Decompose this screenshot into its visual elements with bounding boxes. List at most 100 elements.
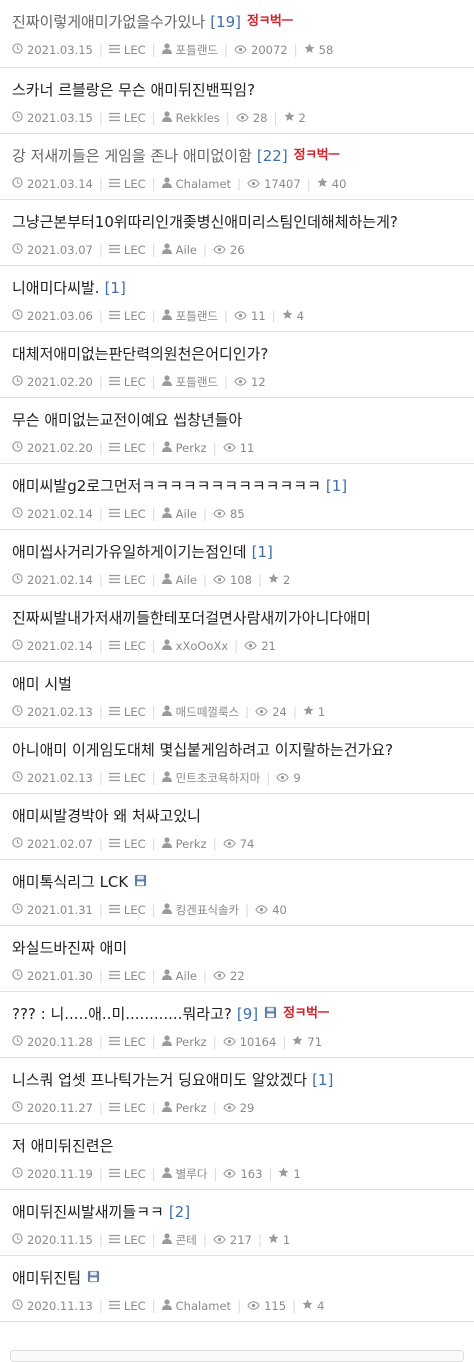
post-author-name[interactable]: 콘테 (176, 1232, 197, 1248)
post-title[interactable]: 애미뒤진씨발새끼들ㅋㅋ (12, 1201, 164, 1223)
post-author[interactable]: Rekkles (161, 111, 220, 125)
post-author-name[interactable]: Chalamet (176, 177, 231, 191)
post-league[interactable]: LEC (108, 705, 146, 719)
post-author-name[interactable]: Perkz (176, 1101, 207, 1115)
post-league-text[interactable]: LEC (124, 243, 146, 257)
post-league[interactable]: LEC (108, 43, 146, 57)
post-league-text[interactable]: LEC (124, 903, 146, 917)
post-title[interactable]: 애미톡식리그 LCK (12, 871, 128, 893)
post-title[interactable]: 와실드바진짜 애미 (12, 937, 127, 959)
post-league[interactable]: LEC (108, 573, 146, 587)
post-title[interactable]: 저 애미뒤진련은 (12, 1135, 113, 1157)
post-title-row[interactable]: 애미씨발경박아 왜 처싸고있니 (12, 804, 462, 828)
post-list-item[interactable]: 와실드바진짜 애미 2021.01.30 | LEC | Aile | 22 (0, 926, 474, 992)
post-author[interactable]: 포틀랜드 (161, 308, 218, 324)
post-author[interactable]: 민트초코욕하지마 (161, 770, 261, 786)
post-list-item[interactable]: 니스쿼 업셋 프나틱가는거 딩요애미도 알았겠다 [1] 2020.11.27 … (0, 1058, 474, 1124)
post-league-text[interactable]: LEC (124, 969, 146, 983)
comment-count[interactable]: [2] (169, 1201, 190, 1223)
post-title-row[interactable]: 저 애미뒤진련은 (12, 1134, 462, 1158)
post-author-name[interactable]: 킹겐표식솔카 (176, 902, 239, 918)
post-author[interactable]: 콘테 (161, 1232, 197, 1248)
post-league-text[interactable]: LEC (124, 177, 146, 191)
post-league[interactable]: LEC (108, 837, 146, 851)
comment-count[interactable]: [22] (257, 145, 288, 167)
post-title[interactable]: 애미뒤진팀 (12, 1267, 81, 1289)
post-title[interactable]: 진짜이렇게애미가없을수가있나 (12, 11, 205, 33)
post-list-item[interactable]: 스카너 르블랑은 무슨 애미뒤진밴픽임? 2021.03.15 | LEC | … (0, 68, 474, 134)
post-league-text[interactable]: LEC (124, 639, 146, 653)
post-title-row[interactable]: 무슨 애미없는교전이예요 씹창년들아 (12, 408, 462, 432)
post-author-name[interactable]: 포틀랜드 (176, 374, 218, 390)
post-title-row[interactable]: 스카너 르블랑은 무슨 애미뒤진밴픽임? (12, 78, 462, 102)
post-title-row[interactable]: 애미씨발g2로그먼저ㅋㅋㅋㅋㅋㅋㅋㅋㅋㅋㅋㅋㅋ [1] (12, 474, 462, 498)
post-list-item[interactable]: 대체저애미없는판단력의원천은어디인가? 2021.02.20 | LEC | 포… (0, 332, 474, 398)
post-league-text[interactable]: LEC (124, 441, 146, 455)
post-list-item[interactable]: ??? : 니.....애..미............뭐라고? [9] 정ㅋ벅… (0, 992, 474, 1058)
comment-count[interactable]: [1] (312, 1069, 333, 1091)
post-league-text[interactable]: LEC (124, 837, 146, 851)
post-author[interactable]: 포틀랜드 (161, 374, 218, 390)
post-title[interactable]: 대체저애미없는판단력의원천은어디인가? (12, 343, 268, 365)
post-title-row[interactable]: 진짜씨발내가저새끼들한테포더걸면사람새끼가아니다애미 (12, 606, 462, 630)
post-title[interactable]: 그냥근본부터10위따리인개좆병신애미리스팀인데해체하는게? (12, 211, 398, 233)
post-league[interactable]: LEC (108, 771, 146, 785)
comment-count[interactable]: [19] (210, 11, 241, 33)
post-author-name[interactable]: Aile (176, 969, 197, 983)
post-title-row[interactable]: ??? : 니.....애..미............뭐라고? [9] 정ㅋ벅… (12, 1002, 462, 1026)
post-author-name[interactable]: Rekkles (176, 111, 220, 125)
post-author[interactable]: 킹겐표식솔카 (161, 902, 239, 918)
post-author-name[interactable]: xXoOoXx (176, 639, 229, 653)
post-league[interactable]: LEC (108, 177, 146, 191)
post-author[interactable]: Aile (161, 573, 197, 587)
post-league[interactable]: LEC (108, 1299, 146, 1313)
post-list-item[interactable]: 애미씨발경박아 왜 처싸고있니 2021.02.07 | LEC | Perkz… (0, 794, 474, 860)
post-author-name[interactable]: 별루다 (176, 1166, 208, 1182)
post-author[interactable]: Chalamet (161, 1299, 231, 1313)
post-league-text[interactable]: LEC (124, 1233, 146, 1247)
post-league-text[interactable]: LEC (124, 43, 146, 57)
post-title[interactable]: 니애미다씨발. (12, 277, 100, 299)
post-title-row[interactable]: 대체저애미없는판단력의원천은어디인가? (12, 342, 462, 366)
post-title[interactable]: 스카너 르블랑은 무슨 애미뒤진밴픽임? (12, 79, 255, 101)
post-league-text[interactable]: LEC (124, 1167, 146, 1181)
post-title-row[interactable]: 그냥근본부터10위따리인개좆병신애미리스팀인데해체하는게? (12, 210, 462, 234)
post-author-name[interactable]: Perkz (176, 837, 207, 851)
post-list-item[interactable]: 진짜이렇게애미가없을수가있나 [19] 정ㅋ벅ㅡ 2021.03.15 | LE… (0, 0, 474, 68)
post-list-item[interactable]: 애미뒤진팀 2020.11.13 | LEC | Chalamet | 115 … (0, 1256, 474, 1322)
post-league-text[interactable]: LEC (124, 375, 146, 389)
post-author-name[interactable]: 민트초코욕하지마 (176, 770, 261, 786)
post-league[interactable]: LEC (108, 111, 146, 125)
post-title-row[interactable]: 애미씹사거리가유일하게이기는점인데 [1] (12, 540, 462, 564)
post-title-row[interactable]: 니애미다씨발. [1] (12, 276, 462, 300)
post-author[interactable]: Aile (161, 243, 197, 257)
post-title-row[interactable]: 애미뒤진팀 (12, 1266, 462, 1290)
comment-count[interactable]: [1] (326, 475, 347, 497)
post-league[interactable]: LEC (108, 969, 146, 983)
post-title-row[interactable]: 진짜이렇게애미가없을수가있나 [19] 정ㅋ벅ㅡ (12, 10, 462, 34)
search-bar-edge[interactable] (10, 1350, 464, 1362)
post-author-name[interactable]: 포틀랜드 (176, 308, 218, 324)
comment-count[interactable]: [1] (252, 541, 273, 563)
post-title[interactable]: 니스쿼 업셋 프나틱가는거 딩요애미도 알았겠다 (12, 1069, 307, 1091)
post-league-text[interactable]: LEC (124, 705, 146, 719)
post-league[interactable]: LEC (108, 1101, 146, 1115)
post-list-item[interactable]: 애미 시벌 2021.02.13 | LEC | 매드떼껄룩스 | 24 | 1 (0, 662, 474, 728)
post-author[interactable]: Perkz (161, 1035, 207, 1049)
post-author[interactable]: Perkz (161, 837, 207, 851)
post-title[interactable]: 강 저새끼들은 게임을 존나 애미없이함 (12, 145, 252, 167)
post-author[interactable]: 별루다 (161, 1166, 208, 1182)
post-league[interactable]: LEC (108, 441, 146, 455)
post-league[interactable]: LEC (108, 1167, 146, 1181)
post-author[interactable]: Perkz (161, 1101, 207, 1115)
post-list-item[interactable]: 애미씹사거리가유일하게이기는점인데 [1] 2021.02.14 | LEC |… (0, 530, 474, 596)
post-league[interactable]: LEC (108, 903, 146, 917)
post-author[interactable]: 매드떼껄룩스 (161, 704, 239, 720)
post-league-text[interactable]: LEC (124, 1101, 146, 1115)
post-title[interactable]: 애미씨발경박아 왜 처싸고있니 (12, 805, 201, 827)
post-list-item[interactable]: 애미뒤진씨발새끼들ㅋㅋ [2] 2020.11.15 | LEC | 콘테 | (0, 1190, 474, 1256)
post-list-item[interactable]: 무슨 애미없는교전이예요 씹창년들아 2021.02.20 | LEC | Pe… (0, 398, 474, 464)
post-league[interactable]: LEC (108, 309, 146, 323)
post-list-item[interactable]: 애미톡식리그 LCK 2021.01.31 | LEC | 킹겐표식솔카 | 4… (0, 860, 474, 926)
post-league-text[interactable]: LEC (124, 573, 146, 587)
